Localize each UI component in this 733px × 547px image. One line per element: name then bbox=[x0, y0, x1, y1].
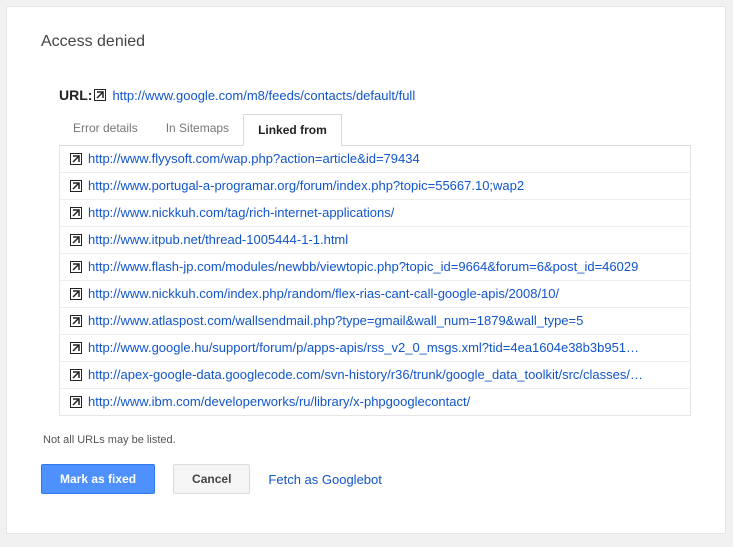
list-item: http://www.ibm.com/developerworks/ru/lib… bbox=[60, 389, 690, 415]
tabs: Error detailsIn SitemapsLinked from bbox=[59, 113, 691, 146]
mark-as-fixed-button[interactable]: Mark as fixed bbox=[41, 464, 155, 494]
url-row: URL: http://www.google.com/m8/feeds/cont… bbox=[59, 87, 691, 103]
external-link-icon bbox=[70, 369, 82, 381]
external-link-icon bbox=[70, 261, 82, 273]
crawl-error-detail-panel: Access denied URL: http://www.google.com… bbox=[6, 6, 726, 534]
external-link-icon bbox=[70, 342, 82, 354]
external-link-icon bbox=[70, 234, 82, 246]
linked-from-url[interactable]: http://www.itpub.net/thread-1005444-1-1.… bbox=[88, 232, 348, 248]
external-link-icon bbox=[70, 396, 82, 408]
linked-from-url[interactable]: http://www.google.hu/support/forum/p/app… bbox=[88, 340, 639, 356]
list-item: http://www.nickkuh.com/tag/rich-internet… bbox=[60, 200, 690, 227]
external-link-icon bbox=[70, 207, 82, 219]
linked-from-url[interactable]: http://www.portugal-a-programar.org/foru… bbox=[88, 178, 524, 194]
list-item: http://www.portugal-a-programar.org/foru… bbox=[60, 173, 690, 200]
url-link[interactable]: http://www.google.com/m8/feeds/contacts/… bbox=[112, 88, 415, 103]
list-item: http://www.flyysoft.com/wap.php?action=a… bbox=[60, 146, 690, 173]
tab-error-details[interactable]: Error details bbox=[59, 113, 152, 145]
tab-linked-from[interactable]: Linked from bbox=[243, 114, 342, 146]
list-item: http://www.nickkuh.com/index.php/random/… bbox=[60, 281, 690, 308]
linked-from-url[interactable]: http://www.flash-jp.com/modules/newbb/vi… bbox=[88, 259, 638, 275]
cancel-button[interactable]: Cancel bbox=[173, 464, 250, 494]
external-link-icon bbox=[70, 288, 82, 300]
external-link-icon bbox=[70, 315, 82, 327]
fetch-as-googlebot-link[interactable]: Fetch as Googlebot bbox=[268, 472, 381, 487]
linked-from-url[interactable]: http://www.nickkuh.com/index.php/random/… bbox=[88, 286, 559, 302]
list-item: http://www.flash-jp.com/modules/newbb/vi… bbox=[60, 254, 690, 281]
linked-from-url[interactable]: http://apex-google-data.googlecode.com/s… bbox=[88, 367, 643, 383]
list-item: http://www.atlaspost.com/wallsendmail.ph… bbox=[60, 308, 690, 335]
url-label: URL: bbox=[59, 87, 92, 103]
tab-in-sitemaps[interactable]: In Sitemaps bbox=[152, 113, 243, 145]
page-title: Access denied bbox=[41, 33, 691, 51]
external-link-icon bbox=[70, 153, 82, 165]
external-link-icon bbox=[70, 180, 82, 192]
linked-from-url[interactable]: http://www.flyysoft.com/wap.php?action=a… bbox=[88, 151, 420, 167]
list-note: Not all URLs may be listed. bbox=[43, 434, 691, 446]
linked-from-url[interactable]: http://www.nickkuh.com/tag/rich-internet… bbox=[88, 205, 394, 221]
linked-from-url[interactable]: http://www.ibm.com/developerworks/ru/lib… bbox=[88, 394, 470, 410]
list-item: http://www.google.hu/support/forum/p/app… bbox=[60, 335, 690, 362]
linked-from-url[interactable]: http://www.atlaspost.com/wallsendmail.ph… bbox=[88, 313, 583, 329]
external-link-icon bbox=[94, 89, 106, 101]
linked-from-list: http://www.flyysoft.com/wap.php?action=a… bbox=[59, 146, 691, 416]
list-item: http://apex-google-data.googlecode.com/s… bbox=[60, 362, 690, 389]
action-bar: Mark as fixed Cancel Fetch as Googlebot bbox=[41, 464, 691, 494]
list-item: http://www.itpub.net/thread-1005444-1-1.… bbox=[60, 227, 690, 254]
